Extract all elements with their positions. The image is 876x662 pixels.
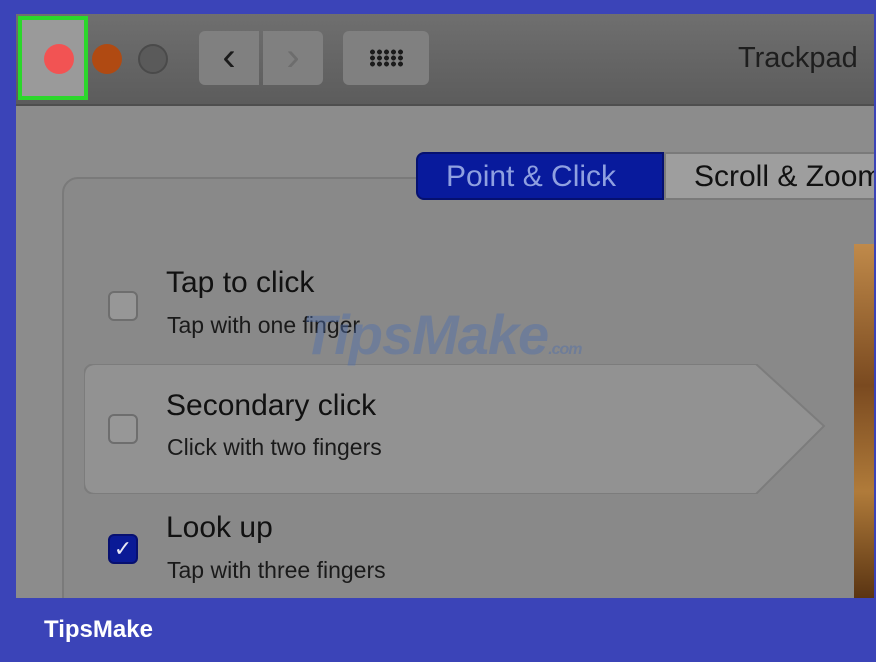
checkmark-icon: ✓ (113, 536, 133, 561)
look-up-label: Look up (166, 511, 273, 544)
title-bar: ‹ › Trackpad (16, 14, 874, 106)
back-button[interactable]: ‹ (199, 31, 259, 85)
grid-icon (369, 49, 403, 67)
preferences-window: ‹ › Trackpad Point & Click Scroll & Zoom… (16, 14, 874, 598)
watermark: TipsMake.com (302, 302, 583, 367)
tap-to-click-checkbox[interactable] (108, 291, 138, 321)
secondary-click-row-highlight (84, 364, 826, 494)
show-all-button[interactable] (343, 31, 429, 85)
look-up-description: Tap with three fingers (167, 557, 386, 583)
watermark-suffix: .com (548, 341, 582, 358)
minimize-button[interactable] (92, 44, 122, 74)
secondary-click-checkbox[interactable] (108, 414, 138, 444)
tab-scroll-zoom[interactable]: Scroll & Zoom (664, 152, 874, 200)
tab-point-click[interactable]: Point & Click (416, 152, 664, 200)
look-up-checkbox[interactable]: ✓ (108, 534, 138, 564)
forward-button[interactable]: › (263, 31, 323, 85)
preview-video-edge (854, 244, 874, 598)
secondary-click-label: Secondary click (166, 389, 377, 422)
close-button[interactable] (44, 44, 74, 74)
footer-brand: TipsMake (44, 616, 153, 643)
window-title: Trackpad (738, 42, 858, 74)
footer-bar: TipsMake (0, 598, 876, 662)
tap-to-click-label: Tap to click (166, 266, 315, 299)
secondary-click-description[interactable]: Click with two fingers (167, 434, 382, 461)
watermark-text: TipsMake (302, 303, 549, 366)
zoom-button[interactable] (138, 44, 168, 74)
